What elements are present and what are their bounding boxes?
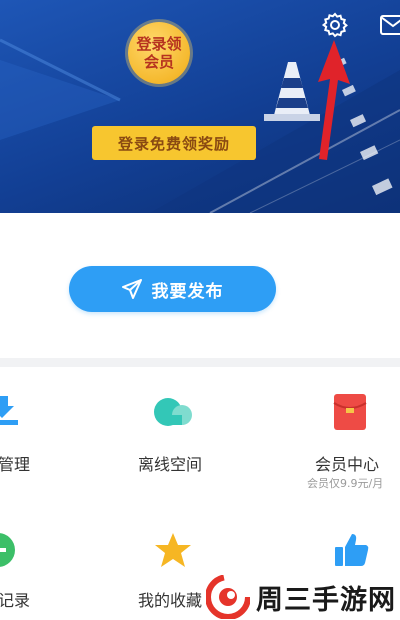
watermark: 周三手游网 [206, 574, 400, 620]
member-badge-line1: 登录领 [136, 35, 182, 53]
grid-item-label: 记录 [0, 591, 31, 610]
record-icon [0, 533, 15, 567]
star-icon [155, 533, 191, 567]
publish-button[interactable]: 我要发布 [69, 266, 276, 312]
publish-section: 我要发布 [0, 213, 400, 360]
grid-item-label: 管理 [0, 455, 31, 474]
cloud-icon [154, 398, 192, 426]
watermark-logo [206, 575, 250, 619]
login-reward-button[interactable]: 登录免费领奖励 [92, 126, 256, 160]
grid-item-manage[interactable]: 管理 [0, 367, 120, 487]
grid-item-label: 会员中心 [315, 455, 380, 474]
annotation-arrow [318, 40, 350, 160]
mail-icon[interactable] [380, 14, 400, 36]
hero-banner: 登录领 会员 登录免费领奖励 [0, 0, 400, 213]
grid-item-offline-space[interactable]: 离线空间 [120, 367, 280, 487]
section-divider [0, 358, 400, 367]
gear-icon[interactable] [322, 12, 348, 38]
watermark-text: 周三手游网 [256, 584, 396, 616]
red-envelope-icon [333, 394, 367, 430]
publish-label: 我要发布 [151, 281, 224, 302]
grid-item-sublabel: 会员仅9.9元/月 [307, 477, 384, 490]
thumbs-up-icon [335, 534, 369, 566]
grid-item-records[interactable]: 记录 [0, 500, 120, 620]
download-icon [0, 396, 18, 425]
paper-plane-icon [121, 279, 142, 299]
grid-item-label: 我的收藏 [138, 591, 203, 610]
grid-item-member-center[interactable]: 会员中心 会员仅9.9元/月 [280, 367, 400, 492]
grid-item-label: 离线空间 [138, 455, 203, 474]
member-badge[interactable]: 登录领 会员 [128, 22, 190, 84]
member-badge-line2: 会员 [143, 53, 174, 71]
